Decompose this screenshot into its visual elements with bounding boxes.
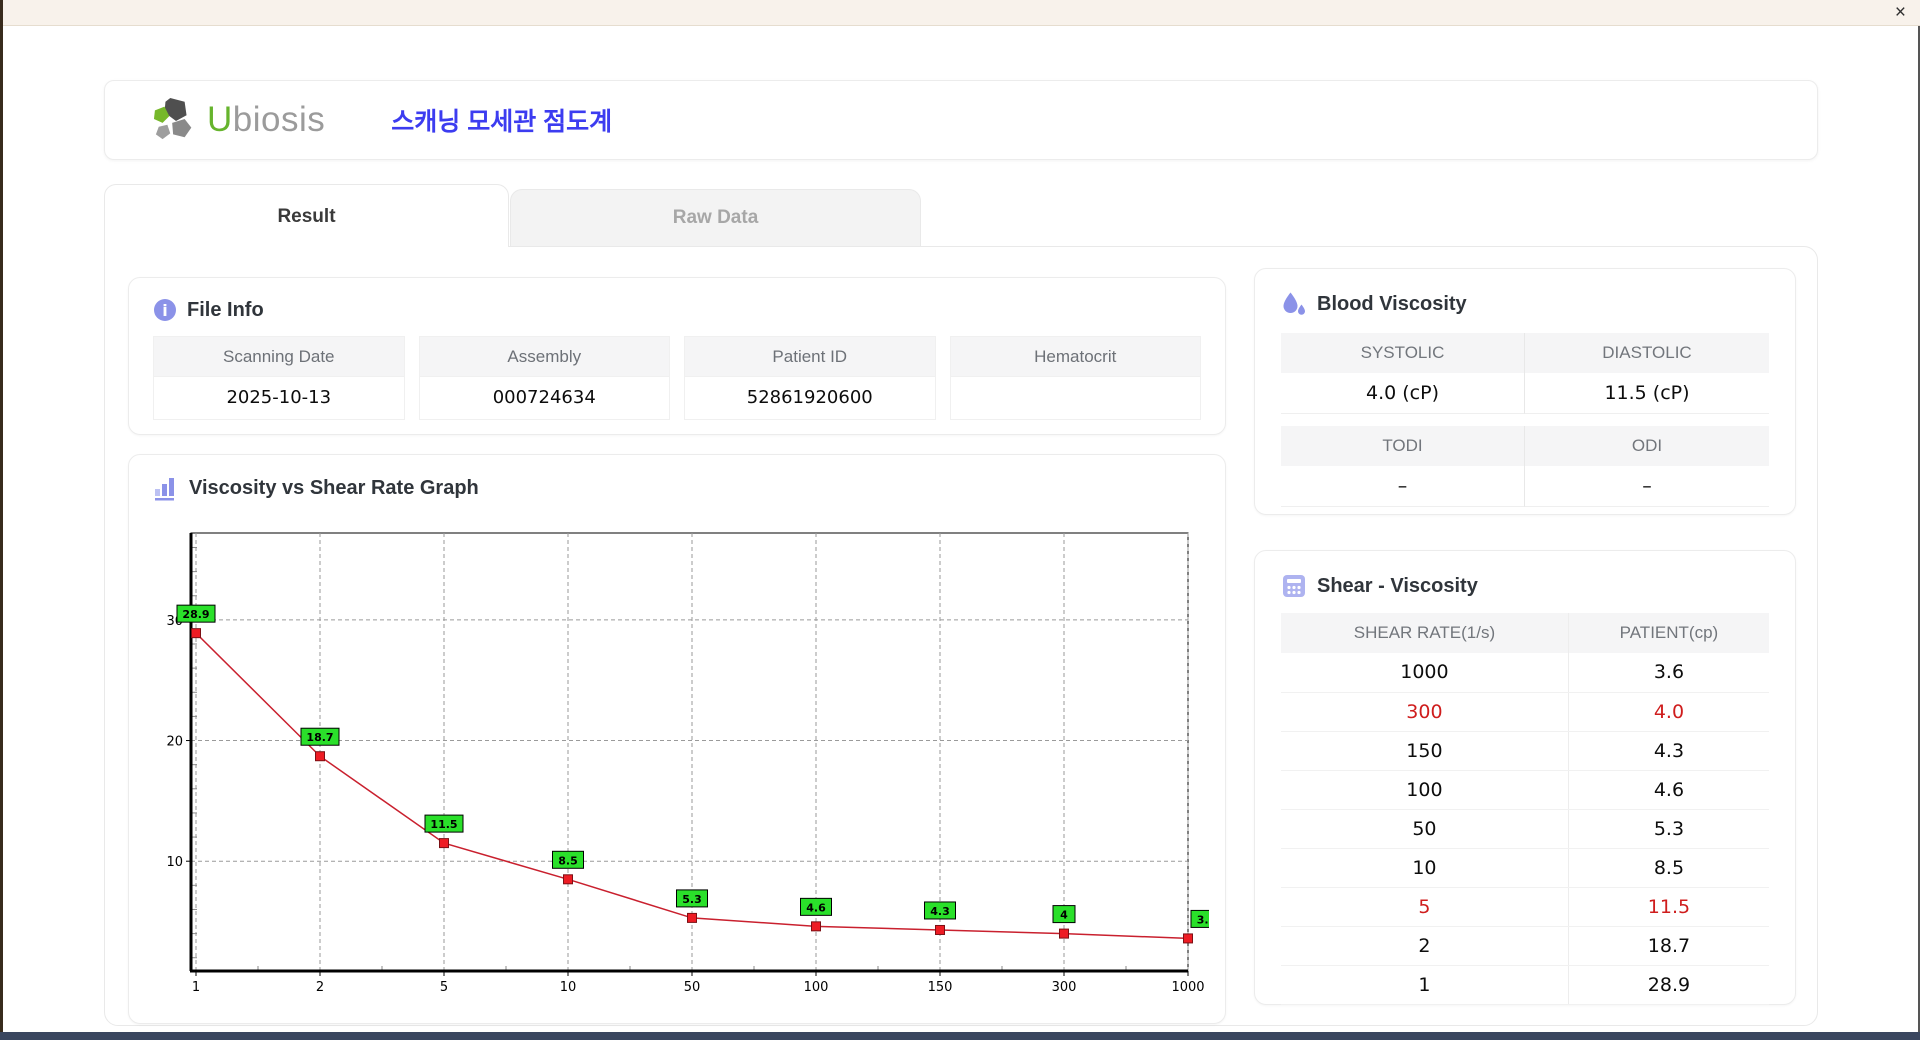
bar-chart-icon xyxy=(153,475,179,501)
field-value: 2025-10-13 xyxy=(226,387,332,408)
field-scanning-date: Scanning Date 2025-10-13 xyxy=(153,336,405,420)
logo-icon xyxy=(153,97,199,143)
table-row: 10 8.5 xyxy=(1281,848,1769,888)
svg-text:5: 5 xyxy=(440,980,448,995)
app-title-korean: 스캐닝 모세관 점도계 xyxy=(391,108,613,136)
droplets-icon xyxy=(1281,291,1307,317)
ubiosis-logo: Ubiosis xyxy=(153,97,325,143)
svg-text:1: 1 xyxy=(192,980,200,995)
result-tab-panel: i File Info Scanning Date 2025-10-13 Ass… xyxy=(104,246,1818,1026)
svg-text:4: 4 xyxy=(1060,909,1068,922)
metric-label-todi: TODI xyxy=(1281,426,1525,466)
table-row: 1000 3.6 xyxy=(1281,653,1769,693)
column-header-shear-rate: SHEAR RATE(1/s) xyxy=(1281,613,1569,653)
blood-viscosity-card: Blood Viscosity SYSTOLIC DIASTOLIC 4.0 (… xyxy=(1254,268,1796,515)
svg-text:5.3: 5.3 xyxy=(682,893,702,906)
brand-text: Ubiosis xyxy=(207,100,326,139)
field-value: 000724634 xyxy=(492,387,596,408)
svg-text:10: 10 xyxy=(166,855,183,870)
svg-text:4.6: 4.6 xyxy=(806,901,826,914)
shear-viscosity-card: Shear - Viscosity SHEAR RATE(1/s) PATIEN… xyxy=(1254,550,1796,1005)
window-titlebar: × xyxy=(0,0,1920,26)
metric-label-odi: ODI xyxy=(1525,426,1769,466)
field-label: Patient ID xyxy=(685,337,935,377)
svg-text:18.7: 18.7 xyxy=(306,731,333,744)
table-row: 5 11.5 xyxy=(1281,887,1769,927)
table-row: 150 4.3 xyxy=(1281,731,1769,771)
field-hematocrit: Hematocrit xyxy=(949,336,1201,420)
field-label: Hematocrit xyxy=(950,337,1200,377)
field-patient-id: Patient ID 52861920600 xyxy=(684,336,936,420)
metric-value-diastolic: 11.5 (cP) xyxy=(1525,373,1769,414)
file-info-card: i File Info Scanning Date 2025-10-13 Ass… xyxy=(128,277,1226,435)
file-info-title: File Info xyxy=(187,298,264,321)
table-row: 1 28.9 xyxy=(1281,965,1769,1005)
svg-text:150: 150 xyxy=(928,980,953,995)
metric-value-systolic: 4.0 (cP) xyxy=(1281,373,1525,414)
window-bottom-bar xyxy=(0,1032,1920,1040)
field-assembly: Assembly 000724634 xyxy=(418,336,670,420)
shear-table-body: 1000 3.6 300 4.0 150 4.3 100 4.6 50 5.3 10 8.5 5 11.5… xyxy=(1281,653,1769,1005)
info-icon: i xyxy=(153,298,177,322)
metric-label-diastolic: DIASTOLIC xyxy=(1525,333,1769,373)
table-row: 100 4.6 xyxy=(1281,770,1769,810)
svg-text:i: i xyxy=(162,301,167,320)
table-row: 50 5.3 xyxy=(1281,809,1769,849)
app-header: Ubiosis 스캐닝 모세관 점도계 xyxy=(104,80,1818,160)
field-label: Scanning Date xyxy=(154,337,404,377)
calculator-icon xyxy=(1281,573,1307,599)
tab-raw-data[interactable]: Raw Data xyxy=(510,189,921,246)
shear-viscosity-table: SHEAR RATE(1/s) PATIENT(cp) 1000 3.6 300 4.… xyxy=(1281,613,1769,1005)
table-row: 300 4.0 xyxy=(1281,692,1769,732)
svg-text:50: 50 xyxy=(684,980,701,995)
svg-text:100: 100 xyxy=(804,980,829,995)
svg-text:4.3: 4.3 xyxy=(930,905,950,918)
svg-text:2: 2 xyxy=(316,980,324,995)
svg-text:3.6: 3.6 xyxy=(1197,913,1209,926)
svg-text:300: 300 xyxy=(1052,980,1077,995)
field-label: Assembly xyxy=(419,337,669,377)
shear-viscosity-title: Shear - Viscosity xyxy=(1317,574,1478,597)
viscosity-graph-card: Viscosity vs Shear Rate Graph 10 20 30 1 2 5 1… xyxy=(128,454,1226,1024)
metric-value-odi: – xyxy=(1525,466,1769,507)
table-row: 2 18.7 xyxy=(1281,926,1769,966)
tab-result[interactable]: Result xyxy=(104,184,509,247)
svg-text:20: 20 xyxy=(166,735,183,750)
column-header-patient: PATIENT(cp) xyxy=(1568,613,1769,653)
graph-title: Viscosity vs Shear Rate Graph xyxy=(189,476,479,499)
svg-text:11.5: 11.5 xyxy=(430,818,457,831)
svg-text:1000: 1000 xyxy=(1171,980,1204,995)
window-left-border xyxy=(0,0,3,1040)
blood-viscosity-title: Blood Viscosity xyxy=(1317,292,1467,315)
metric-value-todi: – xyxy=(1281,466,1525,507)
svg-text:28.9: 28.9 xyxy=(182,608,209,621)
viscosity-chart: 1020301 2 5 10 50 100 150 300 100028.918.711.58.… xyxy=(166,532,1223,995)
field-value: 52861920600 xyxy=(746,387,873,408)
metric-label-systolic: SYSTOLIC xyxy=(1281,333,1525,373)
svg-text:8.5: 8.5 xyxy=(558,854,578,867)
svg-text:10: 10 xyxy=(560,980,577,995)
field-value xyxy=(951,377,1201,419)
close-icon[interactable]: × xyxy=(1895,1,1906,25)
